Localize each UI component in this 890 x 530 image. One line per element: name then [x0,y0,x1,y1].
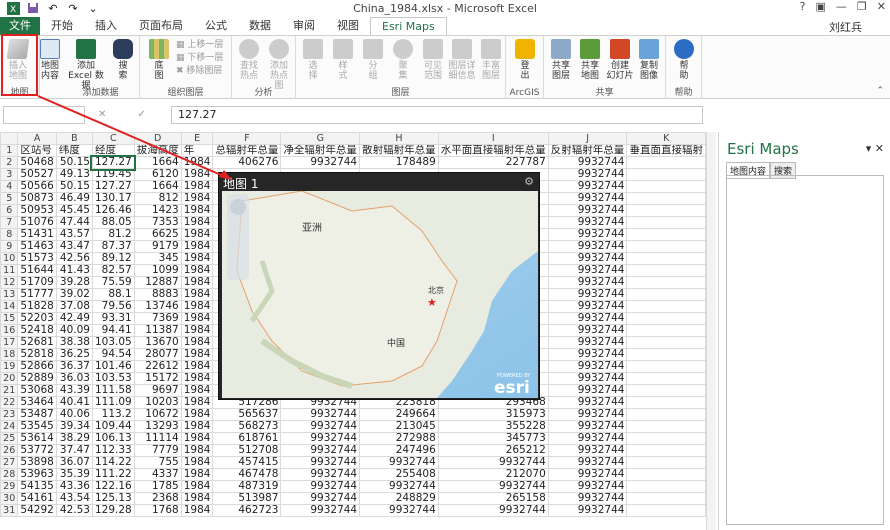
annotation-arrow [37,95,232,180]
